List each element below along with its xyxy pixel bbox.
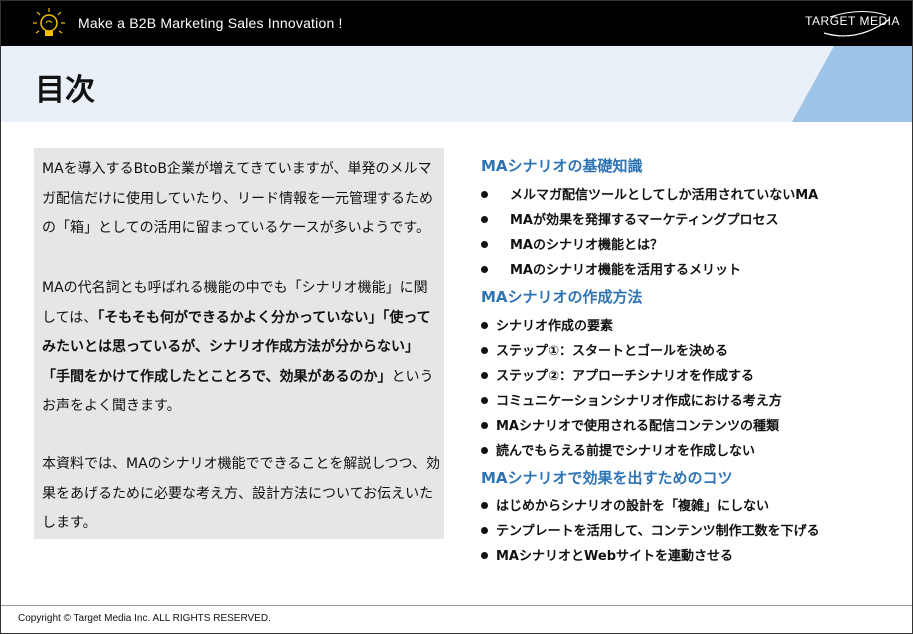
title-accent-shape	[792, 46, 912, 122]
section-title-creation: MAシナリオの作成方法	[481, 288, 643, 306]
brand-logo: TARGET MEDIA	[805, 14, 900, 28]
toc-item-label: MAが効果を発揮するマーケティングプロセス	[510, 213, 779, 228]
toc-item-label: メルマガ配信ツールとしてしか活用されていないMA	[510, 188, 819, 203]
bullet-dot-icon	[481, 266, 488, 273]
lightbulb-icon	[33, 8, 65, 36]
title-band	[1, 46, 912, 122]
toc-item-label: テンプレートを活用して、コンテンツ制作工数を下げる	[496, 524, 820, 539]
bullet-dot-icon	[481, 552, 488, 559]
top-banner: Make a B2B Marketing Sales Innovation ! …	[1, 1, 912, 46]
bullet-dot-icon	[481, 502, 488, 509]
toc-item: 読んでもらえる前提でシナリオを作成しない	[481, 440, 755, 459]
toc-item-label: 読んでもらえる前提でシナリオを作成しない	[496, 444, 755, 459]
toc-item-label: はじめからシナリオの設計を「複雑」にしない	[496, 499, 770, 514]
bullet-dot-icon	[481, 191, 488, 198]
toc-item: テンプレートを活用して、コンテンツ制作工数を下げる	[481, 520, 820, 539]
bullet-dot-icon	[481, 422, 488, 429]
intro-paragraph-2-emphasis: 「そもそも何ができるかよく分かっていない」「使ってみたいとは思っているが、シナリ…	[42, 309, 431, 385]
intro-paragraph-3: 本資料では、MAのシナリオ機能でできることを解説しつつ、効果をあげるために必要な…	[42, 456, 440, 531]
toc-item-label: MAシナリオとWebサイトを連動させる	[496, 549, 733, 564]
bullet-dot-icon	[481, 372, 488, 379]
slide: Make a B2B Marketing Sales Innovation ! …	[0, 0, 913, 634]
bullet-dot-icon	[481, 527, 488, 534]
toc-item-label: MAシナリオで使用される配信コンテンツの種類	[496, 419, 779, 434]
bullet-dot-icon	[481, 347, 488, 354]
banner-tagline: Make a B2B Marketing Sales Innovation !	[78, 15, 343, 31]
toc-item: MAシナリオで使用される配信コンテンツの種類	[481, 415, 779, 434]
bullet-dot-icon	[481, 241, 488, 248]
toc-item: MAのシナリオ機能とは？	[481, 234, 663, 253]
toc-item: MAのシナリオ機能を活用するメリット	[481, 259, 741, 278]
toc-item: コミュニケーションシナリオ作成における考え方	[481, 390, 782, 409]
toc-item-label: ステップ①：スタートとゴールを決める	[496, 344, 729, 359]
bullet-dot-icon	[481, 322, 488, 329]
toc-item: MAが効果を発揮するマーケティングプロセス	[481, 209, 778, 228]
section-title-tips: MAシナリオで効果を出すためのコツ	[481, 469, 733, 487]
bullet-dot-icon	[481, 397, 488, 404]
intro-paragraph-1: MAを導入するBtoB企業が増えてきていますが、単発のメルマガ配信だけに使用して…	[42, 161, 434, 236]
toc-item: メルマガ配信ツールとしてしか活用されていないMA	[481, 184, 818, 203]
toc-item-label: MAのシナリオ機能とは？	[510, 238, 663, 253]
toc-item: ステップ①：スタートとゴールを決める	[481, 340, 728, 359]
section-title-basics: MAシナリオの基礎知識	[481, 157, 643, 175]
toc-item: ステップ②：アプローチシナリオを作成する	[481, 365, 754, 384]
footer-copyright: Copyright © Target Media Inc. ALL RIGHTS…	[18, 613, 271, 624]
toc-item: シナリオ作成の要素	[481, 315, 613, 334]
toc-item-label: シナリオ作成の要素	[496, 319, 614, 334]
footer-divider	[1, 605, 912, 606]
toc-item: MAシナリオとWebサイトを連動させる	[481, 545, 733, 564]
intro-paragraph-2: MAの代名詞とも呼ばれる機能の中でも「シナリオ機能」に関しては、「そもそも何がで…	[42, 274, 440, 422]
page-title: 目次	[35, 73, 95, 108]
toc-item: はじめからシナリオの設計を「複雑」にしない	[481, 495, 769, 514]
bullet-dot-icon	[481, 447, 488, 454]
toc-item-label: MAのシナリオ機能を活用するメリット	[510, 263, 741, 278]
toc-item-label: コミュニケーションシナリオ作成における考え方	[496, 394, 782, 409]
toc-item-label: ステップ②：アプローチシナリオを作成する	[496, 369, 755, 384]
intro-textbox: MAを導入するBtoB企業が増えてきていますが、単発のメルマガ配信だけに使用して…	[34, 148, 444, 539]
bullet-dot-icon	[481, 216, 488, 223]
